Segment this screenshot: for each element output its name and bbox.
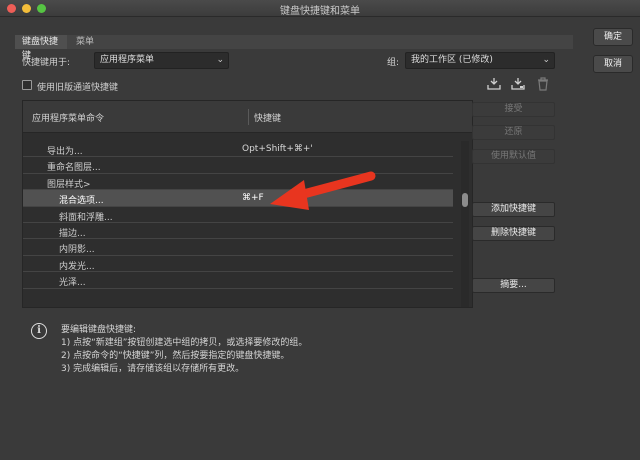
scrollbar-thumb[interactable] xyxy=(462,193,468,207)
add-shortcut-button[interactable]: 添加快捷键 xyxy=(472,202,555,217)
shortcut-cell[interactable]: ⌘+F xyxy=(242,193,264,203)
legacy-channel-shortcuts-checkbox[interactable] xyxy=(22,80,32,90)
command-cell: 内发光... xyxy=(59,261,95,272)
table-scrollbar[interactable] xyxy=(461,141,469,307)
group-select[interactable]: 我的工作区 (已修改) ⌄ xyxy=(405,52,555,69)
info-icon: i xyxy=(31,323,47,339)
chevron-down-icon: ⌄ xyxy=(542,55,550,65)
title-bar: 键盘快捷键和菜单 xyxy=(0,0,640,17)
legacy-channel-shortcuts-label: 使用旧版通道快捷键 xyxy=(37,83,119,93)
group-value: 我的工作区 (已修改) xyxy=(411,55,493,65)
shortcuts-for-value: 应用程序菜单 xyxy=(100,55,155,65)
table-row[interactable]: 描边... xyxy=(23,223,453,240)
command-cell: 混合选项... xyxy=(59,196,104,207)
save-set-icon[interactable] xyxy=(486,77,502,91)
table-row[interactable]: 导出为... Opt+Shift+⌘+' xyxy=(23,141,453,158)
table-row[interactable]: 斜面和浮雕... xyxy=(23,207,453,223)
table-row-selected[interactable]: 混合选项... ⌘+F xyxy=(23,190,453,207)
table-rows: 导出为... Opt+Shift+⌘+' 重命名图层... 图层样式> 混合选项… xyxy=(23,141,453,289)
tab-menus[interactable]: 菜单 xyxy=(69,35,101,49)
command-cell: 图层样式> xyxy=(47,179,91,190)
command-cell: 导出为... xyxy=(47,147,83,157)
ok-button[interactable]: 确定 xyxy=(593,28,633,46)
table-row[interactable]: 内发光... xyxy=(23,256,453,273)
shortcut-cell[interactable]: Opt+Shift+⌘+' xyxy=(242,144,313,154)
dialog-body: 键盘快捷键 菜单 快捷键用于: 应用程序菜单 ⌄ 组: 我的工作区 (已修改) … xyxy=(13,28,585,453)
command-cell: 描边... xyxy=(59,228,86,239)
help-step-3: 3) 完成编辑后，请存储该组以存储所有更改。 xyxy=(61,364,245,374)
help-step-1: 1) 点按“新建组”按钮创建选中组的拷贝，或选择要修改的组。 xyxy=(61,338,308,348)
group-label: 组: xyxy=(387,58,400,68)
delete-shortcut-button[interactable]: 删除快捷键 xyxy=(472,226,555,241)
shortcuts-for-select[interactable]: 应用程序菜单 ⌄ xyxy=(94,52,229,69)
summary-button[interactable]: 摘要... xyxy=(472,278,555,293)
command-cell: 光泽... xyxy=(59,278,86,289)
command-cell: 内阴影... xyxy=(59,245,95,256)
table-row[interactable]: 内阴影... xyxy=(23,239,453,256)
command-cell: 重命名图层... xyxy=(47,163,101,174)
use-default-button[interactable]: 使用默认值 xyxy=(472,149,555,164)
column-header-command[interactable]: 应用程序菜单命令 xyxy=(32,111,104,124)
help-step-2: 2) 点按命令的“快捷键”列，然后按要指定的键盘快捷键。 xyxy=(61,351,290,361)
column-divider xyxy=(248,109,249,125)
table-row[interactable]: 图层样式> xyxy=(23,174,453,191)
undo-button[interactable]: 还原 xyxy=(472,125,555,140)
help-info-box: i 要编辑键盘快捷键: 1) 点按“新建组”按钮创建选中组的拷贝，或选择要修改的… xyxy=(22,316,574,411)
table-row[interactable]: 重命名图层... xyxy=(23,157,453,174)
tab-bar: 键盘快捷键 菜单 xyxy=(15,35,573,61)
cancel-button[interactable]: 取消 xyxy=(593,55,633,73)
save-set-as-icon[interactable] xyxy=(510,77,526,91)
accept-button[interactable]: 接受 xyxy=(472,102,555,117)
chevron-down-icon: ⌄ xyxy=(216,55,224,65)
shortcuts-for-label: 快捷键用于: xyxy=(22,58,71,68)
trash-icon[interactable] xyxy=(535,77,551,91)
shortcuts-table: 应用程序菜单命令 快捷键 导出为... Opt+Shift+⌘+' 重命名图层.… xyxy=(22,100,473,308)
tab-keyboard-shortcuts[interactable]: 键盘快捷键 xyxy=(15,35,67,61)
command-cell: 斜面和浮雕... xyxy=(59,212,113,223)
window-title: 键盘快捷键和菜单 xyxy=(280,6,360,17)
help-heading: 要编辑键盘快捷键: xyxy=(61,325,137,335)
table-header: 应用程序菜单命令 快捷键 xyxy=(23,101,472,133)
table-row[interactable]: 光泽... xyxy=(23,272,453,289)
column-header-shortcut[interactable]: 快捷键 xyxy=(254,111,281,124)
